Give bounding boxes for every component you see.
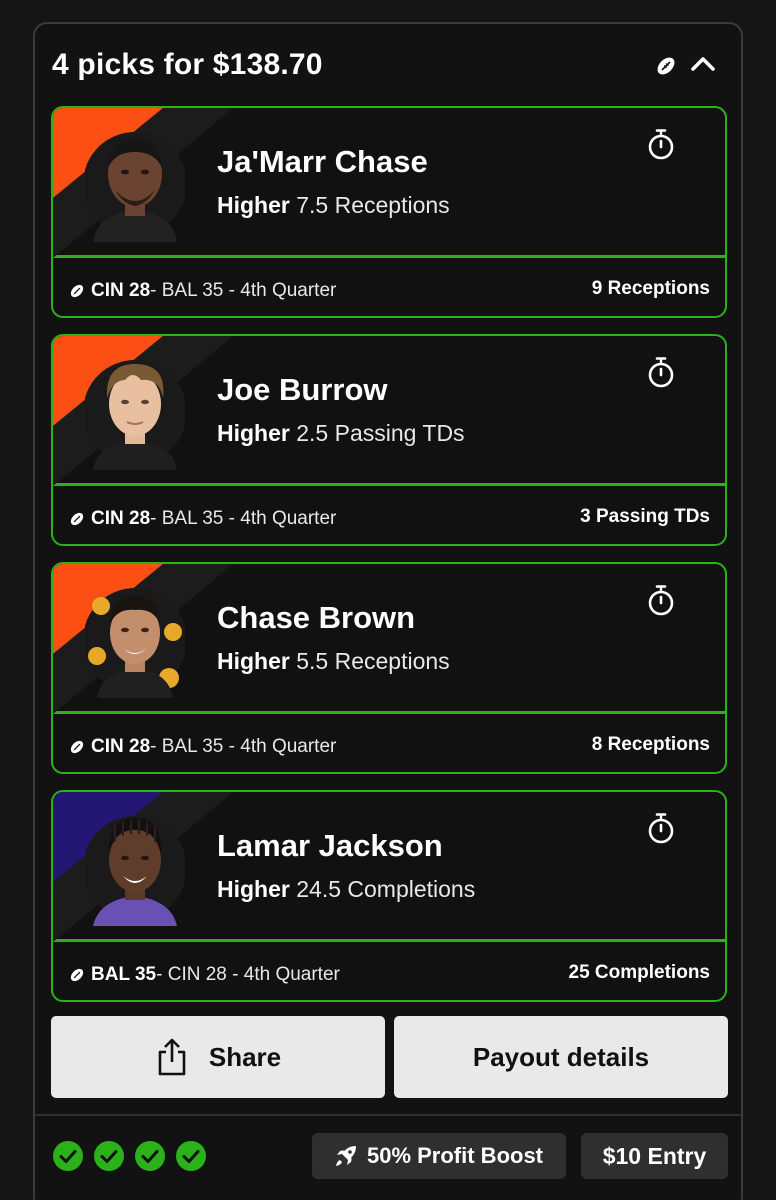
pick-main: Joe Burrow Higher 2.5 Passing TDs bbox=[53, 336, 725, 486]
football-icon bbox=[70, 968, 84, 982]
boost-label: 50% Profit Boost bbox=[366, 1143, 544, 1168]
game-status: - BAL 35 - 4th Quarter bbox=[150, 736, 337, 757]
game-status: - BAL 35 - 4th Quarter bbox=[150, 280, 337, 301]
game-status: - BAL 35 - 4th Quarter bbox=[150, 508, 337, 529]
player-name: Lamar Jackson bbox=[217, 828, 443, 863]
pick-line: Higher 5.5 Receptions bbox=[217, 648, 450, 675]
pick-result: 9 Receptions bbox=[591, 278, 710, 299]
pick-card[interactable]: Ja'Marr Chase Higher 7.5 Receptions CIN … bbox=[51, 106, 727, 318]
check-circle-icon bbox=[94, 1141, 124, 1171]
payout-label: Payout details bbox=[472, 1041, 650, 1072]
check-circle-icon bbox=[53, 1141, 83, 1171]
game-score: BAL 35 - CIN 28 - 4th Quarter bbox=[69, 964, 340, 986]
team-score: BAL 35 bbox=[91, 964, 157, 985]
pick-card[interactable]: Joe Burrow Higher 2.5 Passing TDs CIN 28… bbox=[51, 334, 727, 546]
game-score: CIN 28 - BAL 35 - 4th Quarter bbox=[69, 280, 336, 302]
footer-divider bbox=[35, 1114, 741, 1116]
player-avatar bbox=[85, 588, 185, 698]
profit-boost-badge: 50% Profit Boost bbox=[312, 1133, 566, 1179]
player-name: Joe Burrow bbox=[217, 372, 388, 407]
player-avatar bbox=[85, 816, 185, 926]
entry-header[interactable]: 4 picks for $138.70 bbox=[35, 24, 741, 104]
football-icon bbox=[70, 284, 84, 298]
pick-direction: Higher bbox=[217, 192, 290, 218]
check-circle-icon bbox=[176, 1141, 206, 1171]
player-name: Ja'Marr Chase bbox=[217, 144, 428, 179]
game-status: - CIN 28 - 4th Quarter bbox=[156, 964, 340, 985]
share-button[interactable]: Share bbox=[51, 1016, 385, 1098]
team-score: CIN 28 bbox=[91, 280, 151, 301]
rocket-icon bbox=[335, 1146, 356, 1166]
entry-amount-badge: $10 Entry bbox=[581, 1133, 728, 1179]
pick-stat-line: 7.5 Receptions bbox=[296, 192, 450, 218]
pick-main: Lamar Jackson Higher 24.5 Completions bbox=[53, 792, 725, 942]
stopwatch-icon bbox=[648, 129, 674, 160]
football-icon bbox=[657, 57, 675, 75]
pick-result: 8 Receptions bbox=[591, 734, 710, 755]
chevron-up-icon[interactable] bbox=[690, 53, 716, 75]
football-icon bbox=[70, 512, 84, 526]
pick-main: Ja'Marr Chase Higher 7.5 Receptions bbox=[53, 108, 725, 258]
team-score: CIN 28 bbox=[91, 736, 151, 757]
pick-line: Higher 7.5 Receptions bbox=[217, 192, 450, 219]
pick-card[interactable]: Lamar Jackson Higher 24.5 Completions BA… bbox=[51, 790, 727, 1002]
player-avatar bbox=[85, 132, 185, 242]
player-name: Chase Brown bbox=[217, 600, 416, 635]
team-score: CIN 28 bbox=[91, 508, 151, 529]
pick-status-checks bbox=[53, 1141, 206, 1171]
entry-title: 4 picks for $138.70 bbox=[52, 48, 323, 81]
pick-line: Higher 24.5 Completions bbox=[217, 876, 475, 903]
pick-game-row: CIN 28 - BAL 35 - 4th Quarter 8 Receptio… bbox=[53, 717, 725, 772]
pick-stat-line: 2.5 Passing TDs bbox=[296, 420, 465, 446]
stopwatch-icon bbox=[648, 813, 674, 844]
entry-label: $10 Entry bbox=[602, 1142, 707, 1169]
pick-game-row: CIN 28 - BAL 35 - 4th Quarter 9 Receptio… bbox=[53, 261, 725, 316]
football-icon bbox=[70, 740, 84, 754]
pick-line: Higher 2.5 Passing TDs bbox=[217, 420, 465, 447]
player-avatar bbox=[85, 360, 185, 470]
share-label: Share bbox=[208, 1041, 282, 1072]
pick-stat-line: 24.5 Completions bbox=[296, 876, 476, 902]
game-score: CIN 28 - BAL 35 - 4th Quarter bbox=[69, 736, 336, 758]
stopwatch-icon bbox=[648, 357, 674, 388]
stopwatch-icon bbox=[648, 585, 674, 616]
pick-game-row: CIN 28 - BAL 35 - 4th Quarter 3 Passing … bbox=[53, 489, 725, 544]
entry-card: 4 picks for $138.70 Ja'Marr Chase Higher… bbox=[33, 22, 743, 1200]
game-score: CIN 28 - BAL 35 - 4th Quarter bbox=[69, 508, 336, 530]
share-icon bbox=[158, 1038, 186, 1076]
pick-direction: Higher bbox=[217, 648, 290, 674]
check-circle-icon bbox=[135, 1141, 165, 1171]
pick-main: Chase Brown Higher 5.5 Receptions bbox=[53, 564, 725, 714]
pick-result: 25 Completions bbox=[568, 962, 710, 983]
pick-result: 3 Passing TDs bbox=[580, 506, 710, 527]
pick-card[interactable]: Chase Brown Higher 5.5 Receptions CIN 28… bbox=[51, 562, 727, 774]
pick-game-row: BAL 35 - CIN 28 - 4th Quarter 25 Complet… bbox=[53, 945, 725, 1000]
pick-direction: Higher bbox=[217, 420, 290, 446]
pick-stat-line: 5.5 Receptions bbox=[296, 648, 450, 674]
payout-details-button[interactable]: Payout details bbox=[394, 1016, 728, 1098]
pick-direction: Higher bbox=[217, 876, 290, 902]
